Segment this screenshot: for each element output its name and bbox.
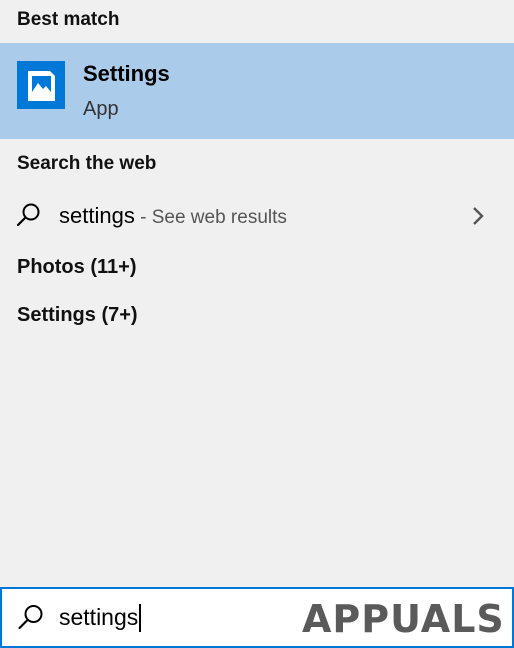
web-result-text: settings - See web results (59, 203, 287, 229)
search-results-panel: Best match Settings App Search the web s… (0, 0, 514, 585)
search-input[interactable] (59, 599, 289, 635)
best-match-header: Best match (17, 9, 120, 30)
web-query-text: settings (59, 203, 135, 228)
search-box[interactable]: APPUALS (0, 587, 514, 648)
settings-app-icon (17, 61, 65, 109)
best-match-subtitle: App (83, 98, 119, 120)
appuals-watermark-logo: APPUALS (302, 597, 505, 641)
category-settings[interactable]: Settings (7+) (17, 304, 138, 327)
web-search-result[interactable]: settings - See web results (0, 191, 514, 241)
category-photos[interactable]: Photos (11+) (17, 256, 136, 279)
search-icon (18, 605, 43, 630)
chevron-right-icon[interactable] (470, 205, 486, 227)
best-match-title: Settings (83, 61, 170, 86)
web-results-suffix: - See web results (134, 207, 287, 228)
search-web-header: Search the web (17, 153, 157, 174)
best-match-settings-app[interactable]: Settings App (0, 43, 514, 139)
text-caret (139, 604, 141, 632)
search-icon (16, 203, 40, 227)
